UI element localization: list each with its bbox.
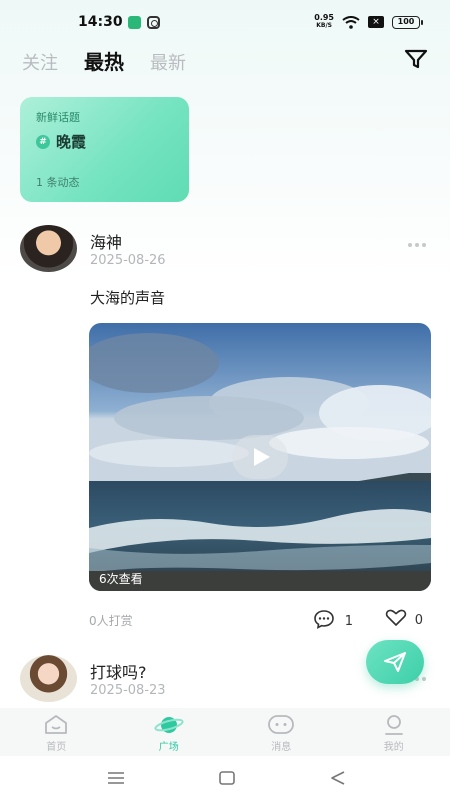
- tab-latest[interactable]: 最新: [150, 49, 186, 75]
- topic-post-count: 1 条动态: [36, 176, 80, 189]
- back-icon[interactable]: [330, 770, 346, 789]
- profile-icon: [384, 715, 403, 735]
- status-right: 0.95 KB/S × 100: [314, 14, 423, 30]
- comment-button[interactable]: 1: [313, 609, 353, 633]
- play-icon[interactable]: [232, 435, 288, 479]
- sim-status-icon: ×: [368, 16, 384, 28]
- home-button-icon[interactable]: [219, 770, 235, 789]
- feed-tabs: 关注 最热 最新: [22, 46, 186, 75]
- post-date: 2025-08-23: [90, 683, 166, 698]
- tab-following[interactable]: 关注: [22, 49, 58, 75]
- like-count: 0: [414, 612, 423, 628]
- video-thumbnail[interactable]: 6次查看: [89, 323, 431, 591]
- topic-card[interactable]: 新鲜话题 # 晚霞 1 条动态: [20, 97, 189, 202]
- comment-count: 1: [344, 613, 353, 629]
- post-username[interactable]: 打球吗?: [90, 659, 147, 683]
- nav-label-profile: 我的: [383, 742, 404, 753]
- post-actions: 0人打赏 1 0: [89, 609, 431, 631]
- app-notification-icon: [128, 16, 141, 29]
- post-card: 海神 2025-08-26 大海的声音 6次查看 0人打赏 1 0: [20, 225, 431, 635]
- post-text: 大海的声音: [90, 289, 166, 307]
- hash-icon: #: [36, 134, 50, 149]
- status-notification-icons: [128, 16, 160, 29]
- nav-label-messages: 消息: [271, 742, 292, 753]
- camera-app-icon: [147, 16, 160, 29]
- post-username[interactable]: 海神: [90, 229, 122, 253]
- net-speed-unit: KB/S: [316, 22, 332, 29]
- tab-hottest[interactable]: 最热: [84, 46, 124, 75]
- send-icon: [384, 652, 406, 672]
- net-speed-value: 0.95: [314, 13, 334, 22]
- filter-icon[interactable]: [404, 48, 428, 70]
- wifi-icon: [342, 15, 360, 29]
- status-time: 14:30: [78, 14, 123, 30]
- view-count: 6次查看: [99, 572, 143, 586]
- avatar[interactable]: [20, 225, 77, 272]
- nav-item-messages[interactable]: 消息: [225, 708, 338, 756]
- system-nav-bar: [0, 756, 450, 800]
- battery-icon: 100: [392, 15, 423, 29]
- net-speed: 0.95 KB/S: [314, 14, 334, 30]
- like-button[interactable]: 0: [385, 609, 423, 631]
- avatar[interactable]: [20, 655, 77, 702]
- menu-icon[interactable]: [107, 770, 125, 789]
- nav-item-profile[interactable]: 我的: [338, 708, 450, 756]
- message-icon: [268, 715, 295, 734]
- topic-title-row: # 晚霞: [36, 131, 173, 152]
- tip-count[interactable]: 0人打赏: [89, 612, 133, 629]
- more-options-icon[interactable]: [408, 243, 426, 247]
- bottom-nav: 首页 广场 消息 我的: [0, 708, 450, 756]
- nav-label-square: 广场: [158, 742, 179, 753]
- home-icon: [45, 715, 68, 734]
- heart-icon: [385, 609, 407, 631]
- topic-tag: 新鲜话题: [36, 111, 80, 124]
- create-post-button[interactable]: [366, 640, 424, 684]
- topic-title: 晚霞: [56, 133, 87, 151]
- nav-item-home[interactable]: 首页: [0, 708, 113, 756]
- status-bar: 14:30 0.95 KB/S × 100: [0, 0, 450, 44]
- planet-icon: [154, 717, 184, 733]
- nav-item-square[interactable]: 广场: [113, 708, 226, 756]
- nav-label-home: 首页: [46, 742, 67, 753]
- post-date: 2025-08-26: [90, 253, 166, 268]
- comment-icon: [313, 609, 335, 633]
